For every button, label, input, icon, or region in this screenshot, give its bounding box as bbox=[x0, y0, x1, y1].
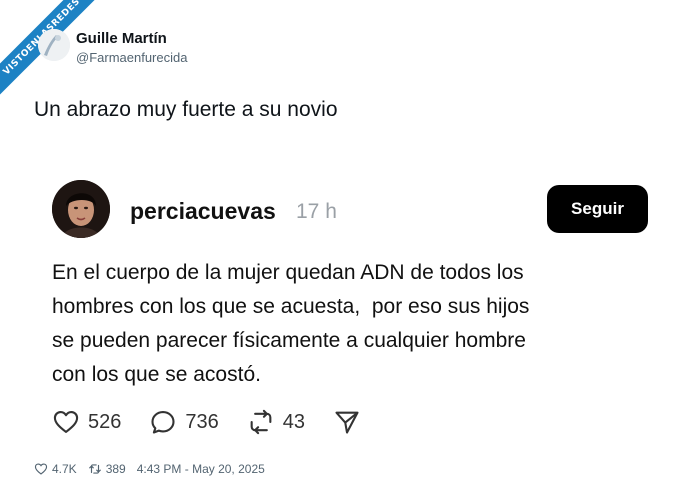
tweet-screenshot: VISTOENLASREDES Guille Martín @Farmaenfu… bbox=[0, 0, 700, 503]
tweet-text: Un abrazo muy fuerte a su novio bbox=[34, 98, 338, 121]
share-icon bbox=[335, 411, 359, 434]
retweet-icon bbox=[88, 464, 101, 474]
footer-retweets[interactable]: 389 bbox=[88, 462, 126, 476]
like-action[interactable]: 526 bbox=[52, 408, 121, 436]
reply-action[interactable]: 736 bbox=[149, 408, 219, 436]
quoted-user-avatar-image bbox=[52, 180, 110, 238]
repost-icon bbox=[250, 409, 272, 435]
author-name[interactable]: Guille Martín bbox=[76, 30, 167, 47]
author-avatar[interactable] bbox=[38, 29, 70, 61]
quoted-action-bar: 526 736 43 bbox=[52, 408, 389, 436]
share-action[interactable] bbox=[333, 408, 361, 436]
quoted-username[interactable]: perciacuevas bbox=[130, 198, 276, 225]
quoted-text-line: con los que se acostó. bbox=[52, 363, 261, 386]
quoted-text-line: se pueden parecer físicamente a cualquie… bbox=[52, 329, 526, 352]
footer-likes[interactable]: 4.7K bbox=[34, 462, 77, 476]
quoted-user-avatar[interactable] bbox=[52, 180, 110, 238]
tweet-footer: 4.7K 389 4:43 PM - May 20, 2025 bbox=[34, 460, 276, 478]
quoted-text-line: En el cuerpo de la mujer quedan ADN de t… bbox=[52, 261, 524, 284]
footer-retweet-count: 389 bbox=[105, 462, 126, 476]
quoted-timestamp: 17 h bbox=[296, 200, 337, 223]
heart-icon bbox=[34, 463, 48, 475]
quoted-post-text: En el cuerpo de la mujer quedan ADN de t… bbox=[52, 256, 652, 392]
follow-button[interactable]: Seguir bbox=[547, 185, 648, 233]
comment-icon bbox=[151, 411, 175, 434]
reply-count: 736 bbox=[185, 410, 219, 433]
repost-count: 43 bbox=[282, 410, 305, 433]
heart-icon bbox=[53, 411, 79, 433]
footer-timestamp[interactable]: 4:43 PM - May 20, 2025 bbox=[137, 462, 265, 476]
footer-like-count: 4.7K bbox=[52, 462, 77, 476]
quoted-text-line: hombres con los que se acuesta, por eso … bbox=[52, 295, 530, 318]
quoted-post-card[interactable]: perciacuevas 17 h Seguir En el cuerpo de… bbox=[30, 160, 670, 456]
author-avatar-image bbox=[38, 29, 70, 61]
timestamp-text: 4:43 PM - May 20, 2025 bbox=[136, 462, 265, 476]
author-handle[interactable]: @Farmaenfurecida bbox=[76, 50, 187, 65]
like-count: 526 bbox=[88, 410, 122, 433]
repost-action[interactable]: 43 bbox=[247, 408, 305, 436]
